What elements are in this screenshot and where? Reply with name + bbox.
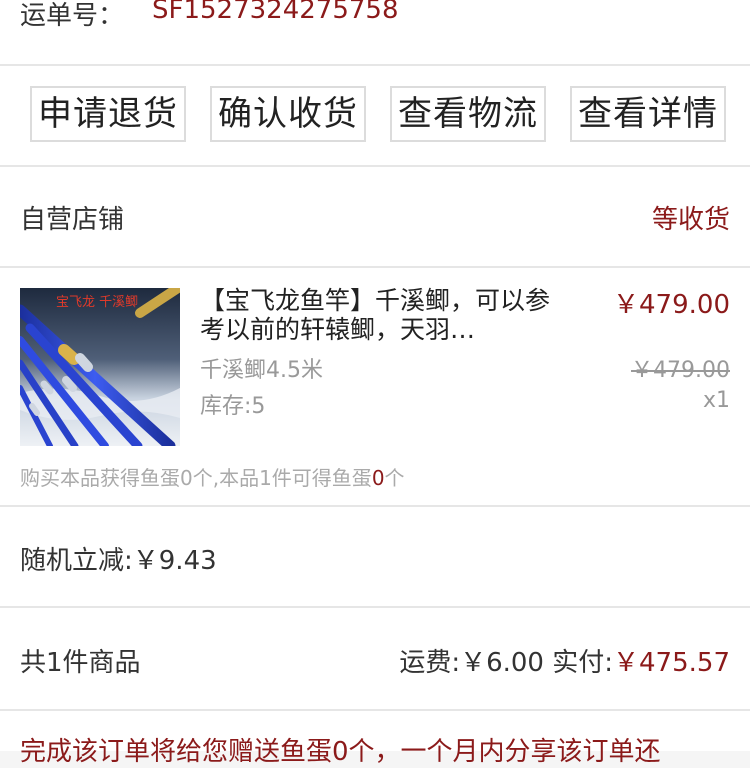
item-count: 共1件商品 [20,648,141,678]
order-status: 等收货 [651,205,730,235]
reward-prefix: 购买本品获得鱼蛋0个,本品1件可得鱼蛋 [20,466,372,490]
tracking-section: 运单号： SF1527324275758 [0,0,750,64]
order-actions: 申请退货 确认收货 查看物流 查看详情 [0,66,750,165]
product-quantity: x1 [702,388,730,413]
request-return-button[interactable]: 申请退货 [30,86,186,142]
product-stock: 库存:5 [200,394,266,419]
view-logistics-button[interactable]: 查看物流 [390,86,546,142]
fishing-rod-image: 宝飞龙 千溪鲫 [20,288,180,446]
reward-notice: 完成该订单将给您赠送鱼蛋0个，一个月内分享该订单还 [20,737,661,767]
tracking-label: 运单号： [20,1,125,31]
product-title[interactable]: 【宝飞龙鱼竿】千溪鲫，可以参考以前的轩辕鲫，天羽… [200,286,570,344]
product-image[interactable]: 宝飞龙 千溪鲫 [20,288,180,446]
payment-summary: 运费:￥6.00 实付:￥475.57 [399,642,730,679]
reward-highlight: 0 [371,466,385,490]
product-spec: 千溪鲫4.5米 [200,358,323,383]
product-original-price: ￥479.00 [631,358,730,383]
tracking-number[interactable]: SF1527324275758 [152,0,399,25]
paid-label: 实付: [552,648,614,678]
paid-amount: ￥475.57 [613,648,730,678]
product-price: ￥479.00 [613,290,730,320]
view-details-button[interactable]: 查看详情 [570,86,726,142]
reward-suffix: 个 [384,466,405,490]
reward-notice-section: 完成该订单将给您赠送鱼蛋0个，一个月内分享该订单还 [0,711,750,767]
store-name[interactable]: 自营店铺 [20,199,124,236]
confirm-receipt-button[interactable]: 确认收货 [210,86,366,142]
reward-note: 购买本品获得鱼蛋0个,本品1件可得鱼蛋0个 [20,462,405,491]
discount-section: 随机立减:￥9.43 [0,507,750,606]
product-image-caption: 宝飞龙 千溪鲫 [56,295,138,310]
order-summary: 共1件商品 运费:￥6.00 实付:￥475.57 [0,608,750,709]
random-discount: 随机立减:￥9.43 [20,546,217,576]
product-item[interactable]: 宝飞龙 千溪鲫 【宝飞龙鱼竿】千溪鲫，可以参考以前的轩辕鲫，天羽… ￥479.0… [0,268,750,505]
store-header: 自营店铺 等收货 [0,167,750,266]
shipping-fee: 运费:￥6.00 [399,648,544,678]
